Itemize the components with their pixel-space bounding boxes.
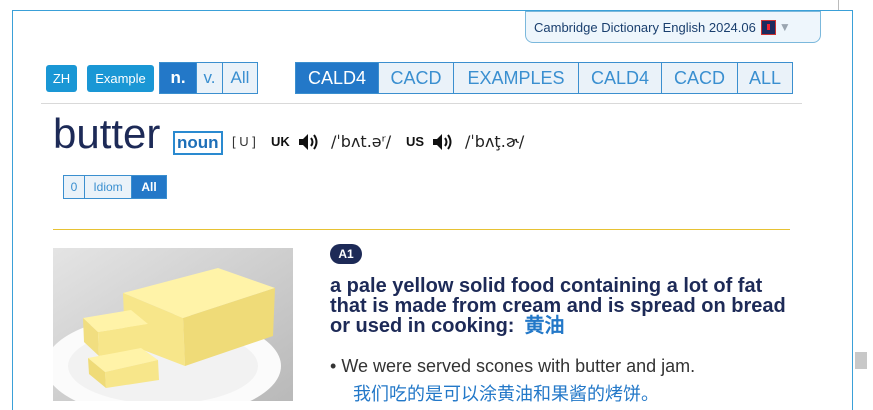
uk-label: UK — [271, 134, 290, 149]
filter-zero[interactable]: 0 — [64, 176, 85, 198]
section-divider — [53, 229, 790, 230]
part-of-speech: noun — [173, 131, 223, 155]
dictionary-selector[interactable]: Cambridge Dictionary English 2024.06 ▼ — [525, 11, 821, 43]
us-label: US — [406, 134, 425, 149]
tab-all-pos[interactable]: All — [223, 63, 257, 93]
definition: a pale yellow solid food containing a lo… — [330, 276, 800, 336]
scrollbar-thumb[interactable] — [855, 352, 867, 369]
top-divider — [838, 0, 839, 10]
filter-all[interactable]: All — [132, 176, 166, 198]
example-button[interactable]: Example — [87, 65, 154, 92]
tab-cacd-2-label: CACD — [673, 67, 725, 88]
cambridge-logo-icon — [760, 19, 776, 35]
zh-button[interactable]: ZH — [46, 65, 77, 92]
example-text: We were served scones with butter and ja… — [341, 356, 696, 376]
filter-idiom[interactable]: Idiom — [85, 176, 132, 198]
dictionary-selector-label: Cambridge Dictionary English 2024.06 — [534, 19, 756, 35]
source-tabs: CALD4 CACD EXAMPLES CALD4 CACD ALL — [295, 62, 793, 94]
tab-cald4-label: CALD4 — [307, 67, 367, 88]
pos-tabs: n. v. All — [159, 62, 258, 94]
us-audio-speaker-icon[interactable] — [431, 131, 455, 153]
uk-audio-speaker-icon[interactable] — [297, 131, 321, 153]
tab-verb-label: v. — [203, 68, 216, 87]
butter-image — [53, 248, 293, 401]
divider — [41, 103, 802, 104]
tab-cald4[interactable]: CALD4 — [296, 63, 379, 93]
tab-verb[interactable]: v. — [197, 63, 223, 93]
uk-pronunciation: /ˈbʌt.əʳ/ — [331, 132, 392, 151]
tab-cald4-2-label: CALD4 — [590, 67, 650, 88]
tab-examples-label: EXAMPLES — [467, 67, 565, 88]
example-sentence: • We were served scones with butter and … — [330, 356, 695, 377]
tab-noun-label: n. — [170, 68, 186, 87]
example-button-label: Example — [95, 71, 146, 86]
filter-zero-label: 0 — [70, 180, 78, 194]
example-translation: 我们吃的是可以涂黄油和果酱的烤饼。 — [353, 384, 659, 404]
chevron-down-icon[interactable]: ▼ — [779, 20, 791, 34]
us-pronunciation: /ˈbʌţ.ɚ/ — [465, 132, 525, 151]
tab-noun[interactable]: n. — [160, 63, 197, 93]
grammar-code: [ U ] — [232, 134, 256, 149]
tab-examples[interactable]: EXAMPLES — [454, 63, 579, 93]
headword: butter — [53, 110, 161, 157]
tab-cacd-2[interactable]: CACD — [662, 63, 738, 93]
tab-cacd[interactable]: CACD — [379, 63, 454, 93]
tab-all-sources-label: ALL — [748, 67, 782, 88]
tab-all-pos-label: All — [230, 68, 250, 87]
cefr-level-badge: A1 — [330, 244, 362, 264]
filter-idiom-label: Idiom — [93, 180, 123, 194]
filter-all-label: All — [141, 180, 157, 194]
sense-filter-tabs: 0 Idiom All — [63, 175, 167, 199]
tab-all-sources[interactable]: ALL — [738, 63, 792, 93]
bullet-icon: • — [330, 356, 342, 376]
definition-translation: 黄油 — [524, 315, 565, 337]
tab-cacd-label: CACD — [390, 67, 442, 88]
zh-button-label: ZH — [52, 71, 71, 86]
tab-cald4-2[interactable]: CALD4 — [579, 63, 662, 93]
vertical-scrollbar[interactable] — [853, 0, 873, 401]
